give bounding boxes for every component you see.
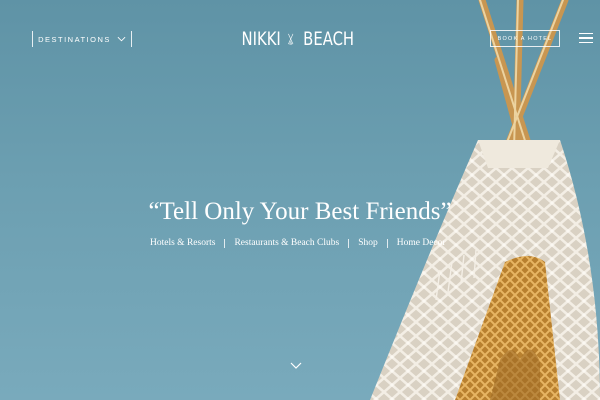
menu-line	[579, 41, 593, 44]
book-a-hotel-button[interactable]: BOOK A HOTEL	[490, 30, 560, 47]
chevron-down-icon	[117, 36, 126, 42]
nav-link-hotels-resorts[interactable]: Hotels & Resorts	[150, 238, 215, 248]
nav-divider	[348, 238, 350, 248]
nav-link-home-decor[interactable]: Home Decor	[397, 238, 446, 248]
hero-section: DESTINATIONS NIKKI BEACH BOOK A HOTEL “T…	[0, 0, 600, 400]
scroll-down-chevron-icon[interactable]	[290, 362, 302, 370]
hero-nav: Hotels & Resorts Restaurants & Beach Clu…	[150, 236, 446, 250]
nav-link-restaurants-beach-clubs[interactable]: Restaurants & Beach Clubs	[234, 238, 339, 248]
teepee-logo-icon	[288, 33, 294, 45]
logo-text-left: NIKKI	[241, 28, 281, 50]
logo-text-right: BEACH	[302, 28, 354, 50]
nav-link-shop[interactable]: Shop	[358, 238, 378, 248]
nikki-beach-logo[interactable]: NIKKI BEACH	[236, 24, 361, 54]
hamburger-menu-icon[interactable]	[579, 33, 593, 44]
menu-line	[579, 33, 593, 35]
destinations-dropdown[interactable]: DESTINATIONS	[32, 31, 132, 47]
nav-divider	[386, 238, 388, 248]
destinations-label: DESTINATIONS	[38, 34, 111, 44]
nav-divider	[224, 238, 226, 248]
menu-line	[579, 37, 593, 39]
hero-headline: “Tell Only Your Best Friends”	[148, 198, 452, 225]
site-header: DESTINATIONS NIKKI BEACH BOOK A HOTEL	[0, 0, 600, 80]
